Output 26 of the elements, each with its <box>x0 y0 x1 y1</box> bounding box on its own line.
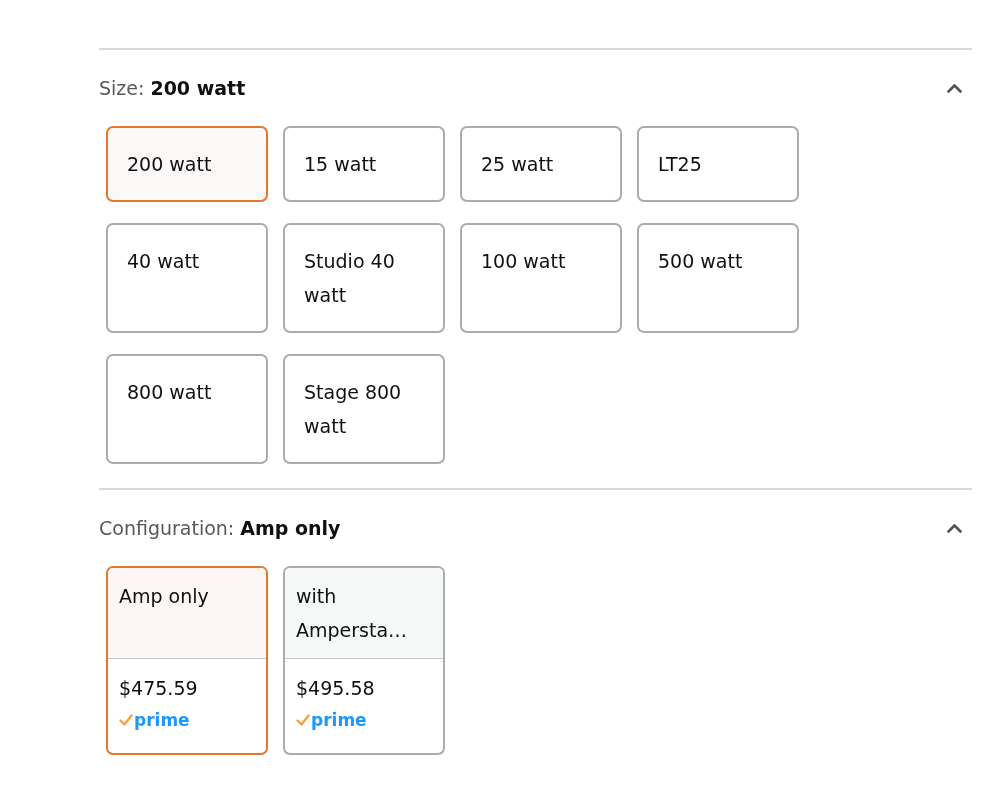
section-label: Size: <box>99 76 145 101</box>
option-button[interactable]: 40 watt <box>106 223 268 333</box>
option-button[interactable]: 100 watt <box>460 223 622 333</box>
prime-label: prime <box>134 709 190 732</box>
selected-value: 200 watt <box>150 76 246 101</box>
option-button[interactable]: 25 watt <box>460 126 622 202</box>
option-button[interactable]: Stage 800 watt <box>283 354 445 464</box>
option-name: Amp only <box>108 568 266 659</box>
option-button[interactable]: 200 watt <box>106 126 268 202</box>
section-label: Configuration: <box>99 516 235 541</box>
prime-label: prime <box>311 709 367 732</box>
option-button[interactable]: Studio 40 watt <box>283 223 445 333</box>
option-button[interactable]: 800 watt <box>106 354 268 464</box>
checkmark-icon <box>296 714 310 726</box>
option-name: with Ampersta… <box>285 568 443 659</box>
option-price: $495.58 <box>296 676 375 701</box>
selected-value: Amp only <box>240 516 341 541</box>
option-card[interactable]: Amp only $475.59 prime <box>106 566 268 755</box>
option-button[interactable]: LT25 <box>637 126 799 202</box>
checkmark-icon <box>119 714 133 726</box>
option-button[interactable]: 15 watt <box>283 126 445 202</box>
option-button[interactable]: 500 watt <box>637 223 799 333</box>
option-card[interactable]: with Ampersta… $495.58 prime <box>283 566 445 755</box>
chevron-up-icon[interactable] <box>947 83 962 93</box>
option-price: $475.59 <box>119 676 198 701</box>
chevron-up-icon[interactable] <box>947 523 962 533</box>
